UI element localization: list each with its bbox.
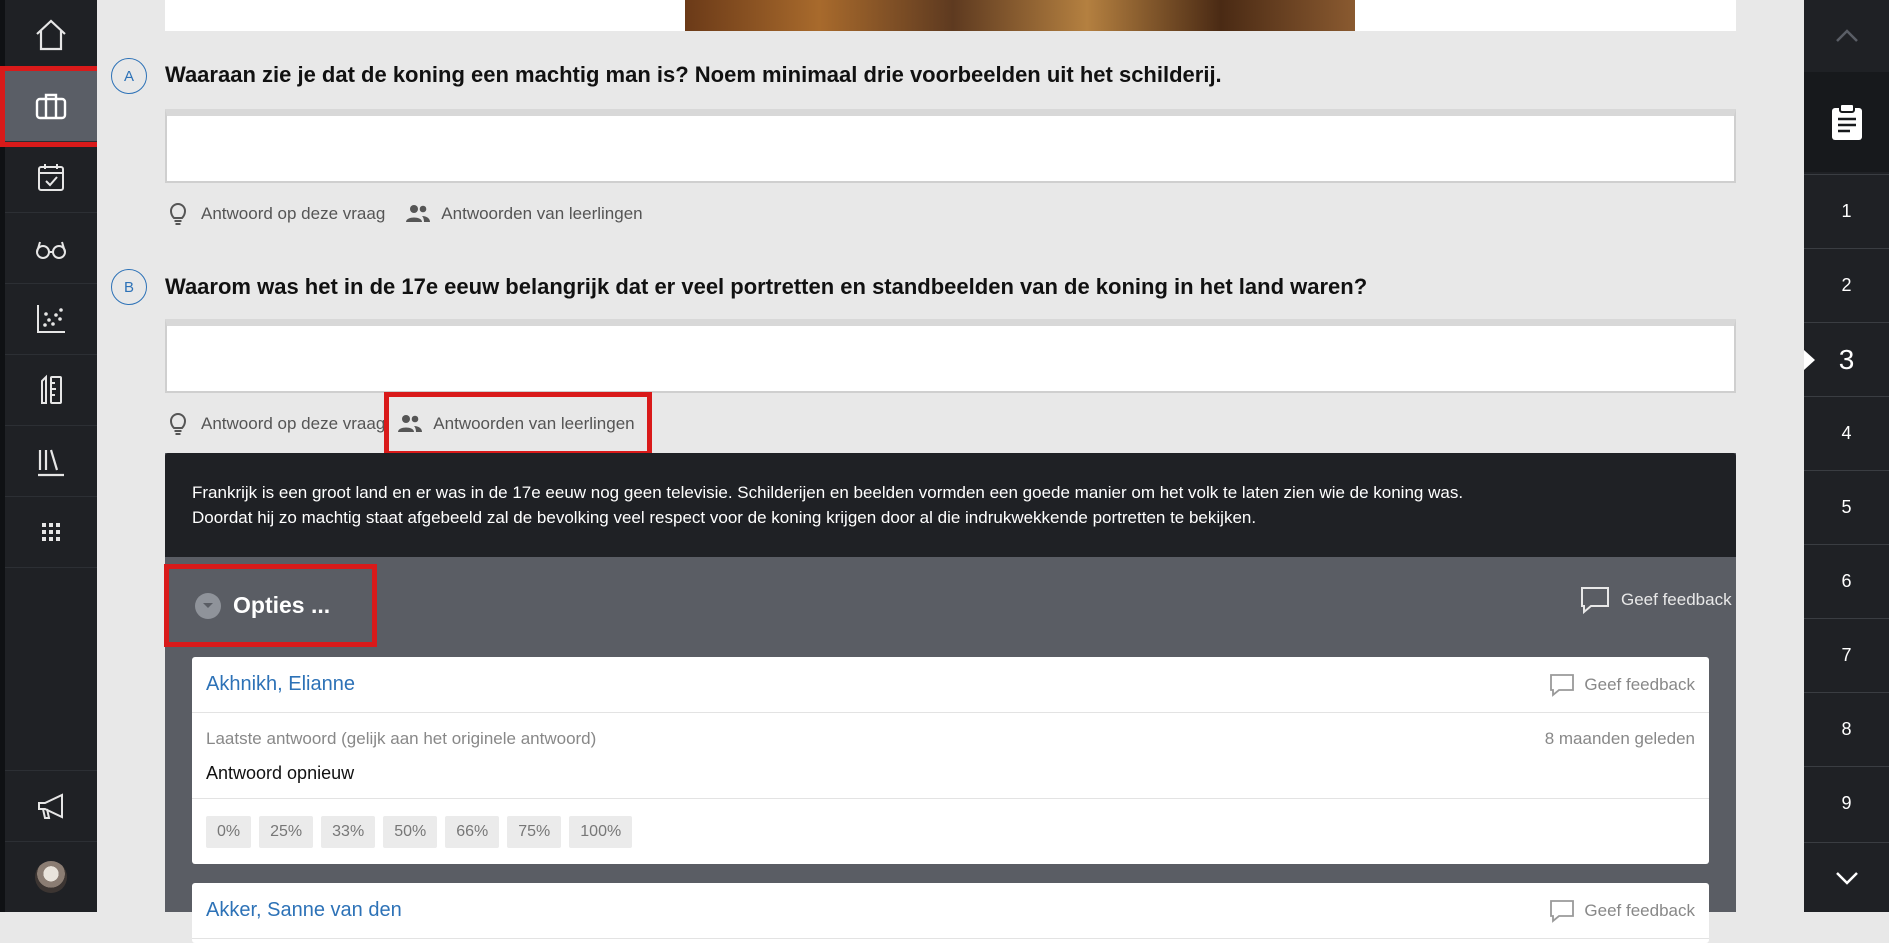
- scroll-up-button[interactable]: [1804, 0, 1889, 72]
- question-letter-b: B: [111, 269, 147, 305]
- question-a-students-link[interactable]: Antwoorden van leerlingen: [397, 192, 654, 236]
- question-b-title: Waarom was het in de 17e eeuw belangrijk…: [165, 274, 1368, 299]
- library-icon: [38, 449, 64, 477]
- student-answer-meta: Laatste antwoord (gelijk aan het origine…: [192, 713, 1709, 749]
- score-chip[interactable]: 75%: [507, 816, 562, 848]
- question-b-links: Antwoord op deze vraag Antwoorden van le…: [165, 392, 652, 456]
- give-feedback-label: Geef feedback: [1584, 900, 1695, 920]
- score-chip[interactable]: 100%: [569, 816, 633, 848]
- painting-frame: [165, 0, 1736, 31]
- home-nav-item[interactable]: [5, 0, 97, 71]
- student-card-header: Akhnikh, Elianne Geef feedback: [192, 657, 1709, 713]
- options-toggle[interactable]: Opties ...: [164, 564, 377, 647]
- grid-icon: [42, 523, 60, 541]
- answer-link-label: Antwoord op deze vraag: [201, 204, 386, 223]
- assignment-overview-button[interactable]: [1804, 72, 1889, 172]
- class-feedback-button[interactable]: Geef feedback aan de klas: [1579, 584, 1823, 616]
- apps-nav-item[interactable]: [5, 497, 97, 568]
- question-a-answer-field[interactable]: [165, 109, 1736, 183]
- home-icon: [36, 19, 66, 51]
- score-chip[interactable]: 33%: [321, 816, 376, 848]
- question-b-answer-field[interactable]: [165, 319, 1736, 393]
- painting-image: [685, 0, 1355, 31]
- question-nav-item-7[interactable]: 7: [1804, 618, 1889, 692]
- student-name[interactable]: Akker, Sanne van den: [206, 899, 402, 922]
- give-feedback-button[interactable]: Geef feedback: [1548, 897, 1695, 925]
- speech-bubble-icon: [1550, 899, 1575, 923]
- student-card: Akker, Sanne van den Geef feedback: [192, 883, 1709, 943]
- ruler-pencil-icon: [41, 374, 62, 404]
- student-answer-text: Antwoord opnieuw: [192, 749, 1709, 799]
- megaphone-icon: [38, 793, 63, 819]
- library-nav-item[interactable]: [5, 426, 97, 497]
- lightbulb-icon: [169, 203, 187, 225]
- announcements-nav-item[interactable]: [5, 770, 97, 841]
- lessons-nav-item[interactable]: [0, 66, 102, 147]
- question-a-answer-link[interactable]: Antwoord op deze vraag: [165, 192, 393, 236]
- question-a-links: Antwoord op deze vraag Antwoorden van le…: [165, 199, 655, 229]
- answer-link-label: Antwoord op deze vraag: [201, 414, 386, 433]
- tasks-nav-item[interactable]: [5, 142, 97, 213]
- lightbulb-icon: [169, 413, 187, 435]
- score-chip[interactable]: 66%: [445, 816, 500, 848]
- student-name[interactable]: Akhnikh, Elianne: [206, 673, 355, 696]
- tools-nav-item[interactable]: [5, 355, 97, 426]
- class-feedback-label: Geef feedback aan de klas: [1621, 590, 1824, 609]
- profile-nav-item[interactable]: [5, 841, 97, 912]
- options-label: Opties ...: [233, 592, 331, 618]
- score-chip[interactable]: 25%: [259, 816, 314, 848]
- people-icon: [398, 415, 423, 432]
- glasses-icon: [36, 241, 66, 259]
- answer-status: Laatste antwoord (gelijk aan het origine…: [206, 729, 597, 748]
- question-nav-item-4[interactable]: 4: [1804, 396, 1889, 470]
- student-responses-panel: Frankrijk is een groot land en er was in…: [164, 453, 1823, 943]
- question-nav: 1 2 3 4 5 6 7 8 9: [1804, 0, 1889, 912]
- give-feedback-button[interactable]: Geef feedback: [1548, 671, 1695, 699]
- question-nav-item-1[interactable]: 1: [1804, 174, 1889, 248]
- clipboard-icon: [1831, 103, 1862, 140]
- model-answer: Frankrijk is een groot land en er was in…: [165, 453, 1736, 557]
- score-chip[interactable]: 50%: [383, 816, 438, 848]
- chevron-down-icon: [1835, 871, 1858, 885]
- main-content: A Waaraan zie je dat de koning een macht…: [97, 0, 1823, 943]
- question-nav-item-6[interactable]: 6: [1804, 544, 1889, 618]
- question-b-answer-link[interactable]: Antwoord op deze vraag: [165, 402, 393, 446]
- scatter-chart-icon: [37, 305, 65, 333]
- question-letter-a: A: [111, 58, 147, 94]
- model-answer-line-1: Frankrijk is een groot land en er was in…: [192, 483, 1464, 502]
- question-nav-item-5[interactable]: 5: [1804, 470, 1889, 544]
- avatar: [35, 861, 67, 893]
- score-options: 0% 25% 33% 50% 66% 75% 100%: [192, 799, 1709, 864]
- speech-bubble-icon: [1581, 587, 1609, 615]
- model-answer-line-2: Doordat hij zo machtig staat afgebeeld z…: [192, 508, 1257, 527]
- students-link-label: Antwoorden van leerlingen: [441, 204, 643, 223]
- chevron-up-icon: [1835, 29, 1858, 42]
- chevron-down-icon: [195, 592, 221, 619]
- review-nav-item[interactable]: [5, 213, 97, 284]
- scroll-down-button[interactable]: [1804, 842, 1889, 912]
- question-nav-item-9[interactable]: 9: [1804, 766, 1889, 840]
- give-feedback-label: Geef feedback: [1584, 674, 1695, 694]
- briefcase-icon: [35, 93, 67, 120]
- answer-timestamp: 8 maanden geleden: [1544, 729, 1695, 748]
- speech-bubble-icon: [1550, 673, 1575, 697]
- question-nav-item-3[interactable]: 3: [1804, 322, 1889, 396]
- calendar-check-icon: [38, 164, 64, 191]
- main-sidebar: [0, 0, 102, 912]
- student-card-header: Akker, Sanne van den Geef feedback: [192, 883, 1709, 939]
- student-card: Akhnikh, Elianne Geef feedback Laatste a…: [192, 657, 1709, 864]
- people-icon: [406, 205, 431, 222]
- question-a-title: Waaraan zie je dat de koning een machtig…: [165, 62, 1222, 87]
- results-nav-item[interactable]: [5, 284, 97, 355]
- students-link-label: Antwoorden van leerlingen: [433, 414, 635, 433]
- score-chip[interactable]: 0%: [206, 816, 252, 848]
- question-b-students-link[interactable]: Antwoorden van leerlingen: [384, 392, 652, 456]
- question-nav-item-2[interactable]: 2: [1804, 248, 1889, 322]
- question-nav-item-8[interactable]: 8: [1804, 692, 1889, 766]
